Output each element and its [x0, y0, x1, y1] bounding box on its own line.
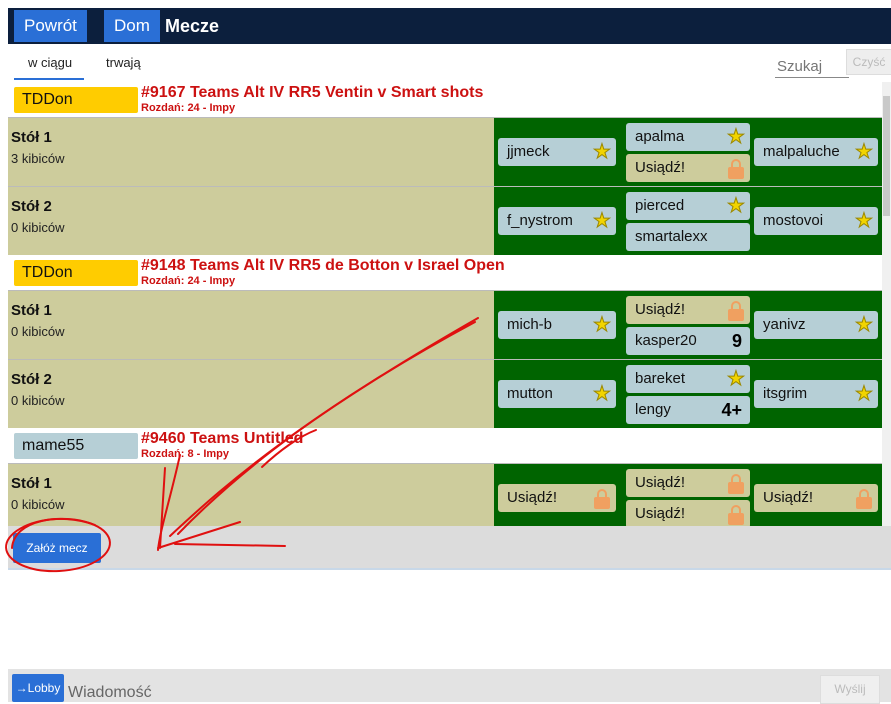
- send-button[interactable]: Wyślij: [820, 675, 880, 704]
- arrow-line-2: [177, 321, 476, 535]
- annotation-stroke: [261, 429, 317, 468]
- lobby-button[interactable]: →Lobby: [12, 674, 64, 702]
- arrow-stroke: [157, 454, 181, 551]
- chat-area: [8, 576, 891, 669]
- arrow-line: [169, 317, 479, 537]
- red-annotation: [5, 317, 479, 573]
- circle-stroke: [11, 518, 96, 549]
- message-input[interactable]: Wiadomość: [68, 684, 152, 702]
- underline-stroke: [174, 543, 286, 547]
